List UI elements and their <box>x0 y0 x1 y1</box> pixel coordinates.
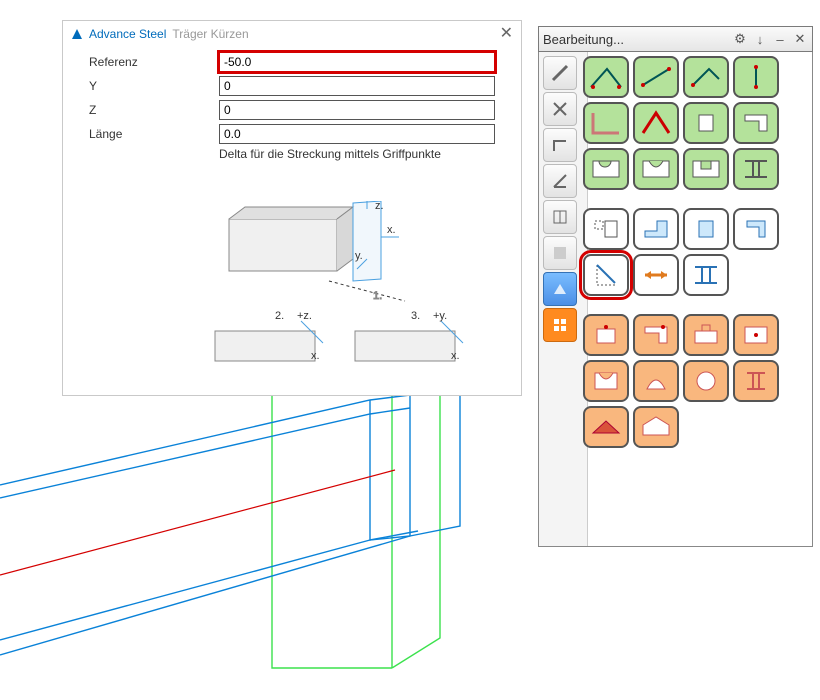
app-name: Advance Steel <box>89 27 166 41</box>
app-logo-icon <box>71 28 83 40</box>
svg-text:3.: 3. <box>411 310 420 322</box>
dialog-close-button[interactable]: ✕ <box>500 26 513 42</box>
input-laenge[interactable] <box>220 127 494 141</box>
svg-text:2.: 2. <box>275 310 284 322</box>
svg-text:+y.: +y. <box>433 310 447 322</box>
svg-text:x.: x. <box>311 350 320 362</box>
dialog-subtitle: Träger Kürzen <box>172 27 248 41</box>
row-z: Z <box>89 99 495 121</box>
label-y: Y <box>89 79 219 93</box>
input-referenz[interactable] <box>220 55 494 69</box>
svg-text:x.: x. <box>387 224 396 236</box>
label-referenz: Referenz <box>89 55 219 69</box>
svg-text:+z.: +z. <box>297 310 312 322</box>
form-helper-text: Delta für die Streckung mittels Griffpun… <box>219 147 495 161</box>
svg-text:x.: x. <box>451 350 460 362</box>
svg-text:z.: z. <box>375 201 384 212</box>
dialog-traeger-kuerzen: Advance Steel Träger Kürzen ✕ Referenz Y… <box>62 20 522 396</box>
input-referenz-wrap <box>219 52 495 72</box>
svg-text:1.: 1. <box>373 290 382 302</box>
schematic-illustration: z. x. y. 1. 2. +z. x. <box>205 201 465 385</box>
input-z[interactable] <box>220 103 494 117</box>
svg-text:y.: y. <box>355 250 363 262</box>
dialog-titlebar[interactable]: Advance Steel Träger Kürzen ✕ <box>63 21 521 47</box>
label-laenge: Länge <box>89 127 219 141</box>
row-referenz: Referenz <box>89 51 495 73</box>
row-laenge: Länge <box>89 123 495 145</box>
dialog-form: Referenz Y Z Länge Delta für die Strecku… <box>63 47 521 167</box>
input-y[interactable] <box>220 79 494 93</box>
label-z: Z <box>89 103 219 117</box>
row-y: Y <box>89 75 495 97</box>
